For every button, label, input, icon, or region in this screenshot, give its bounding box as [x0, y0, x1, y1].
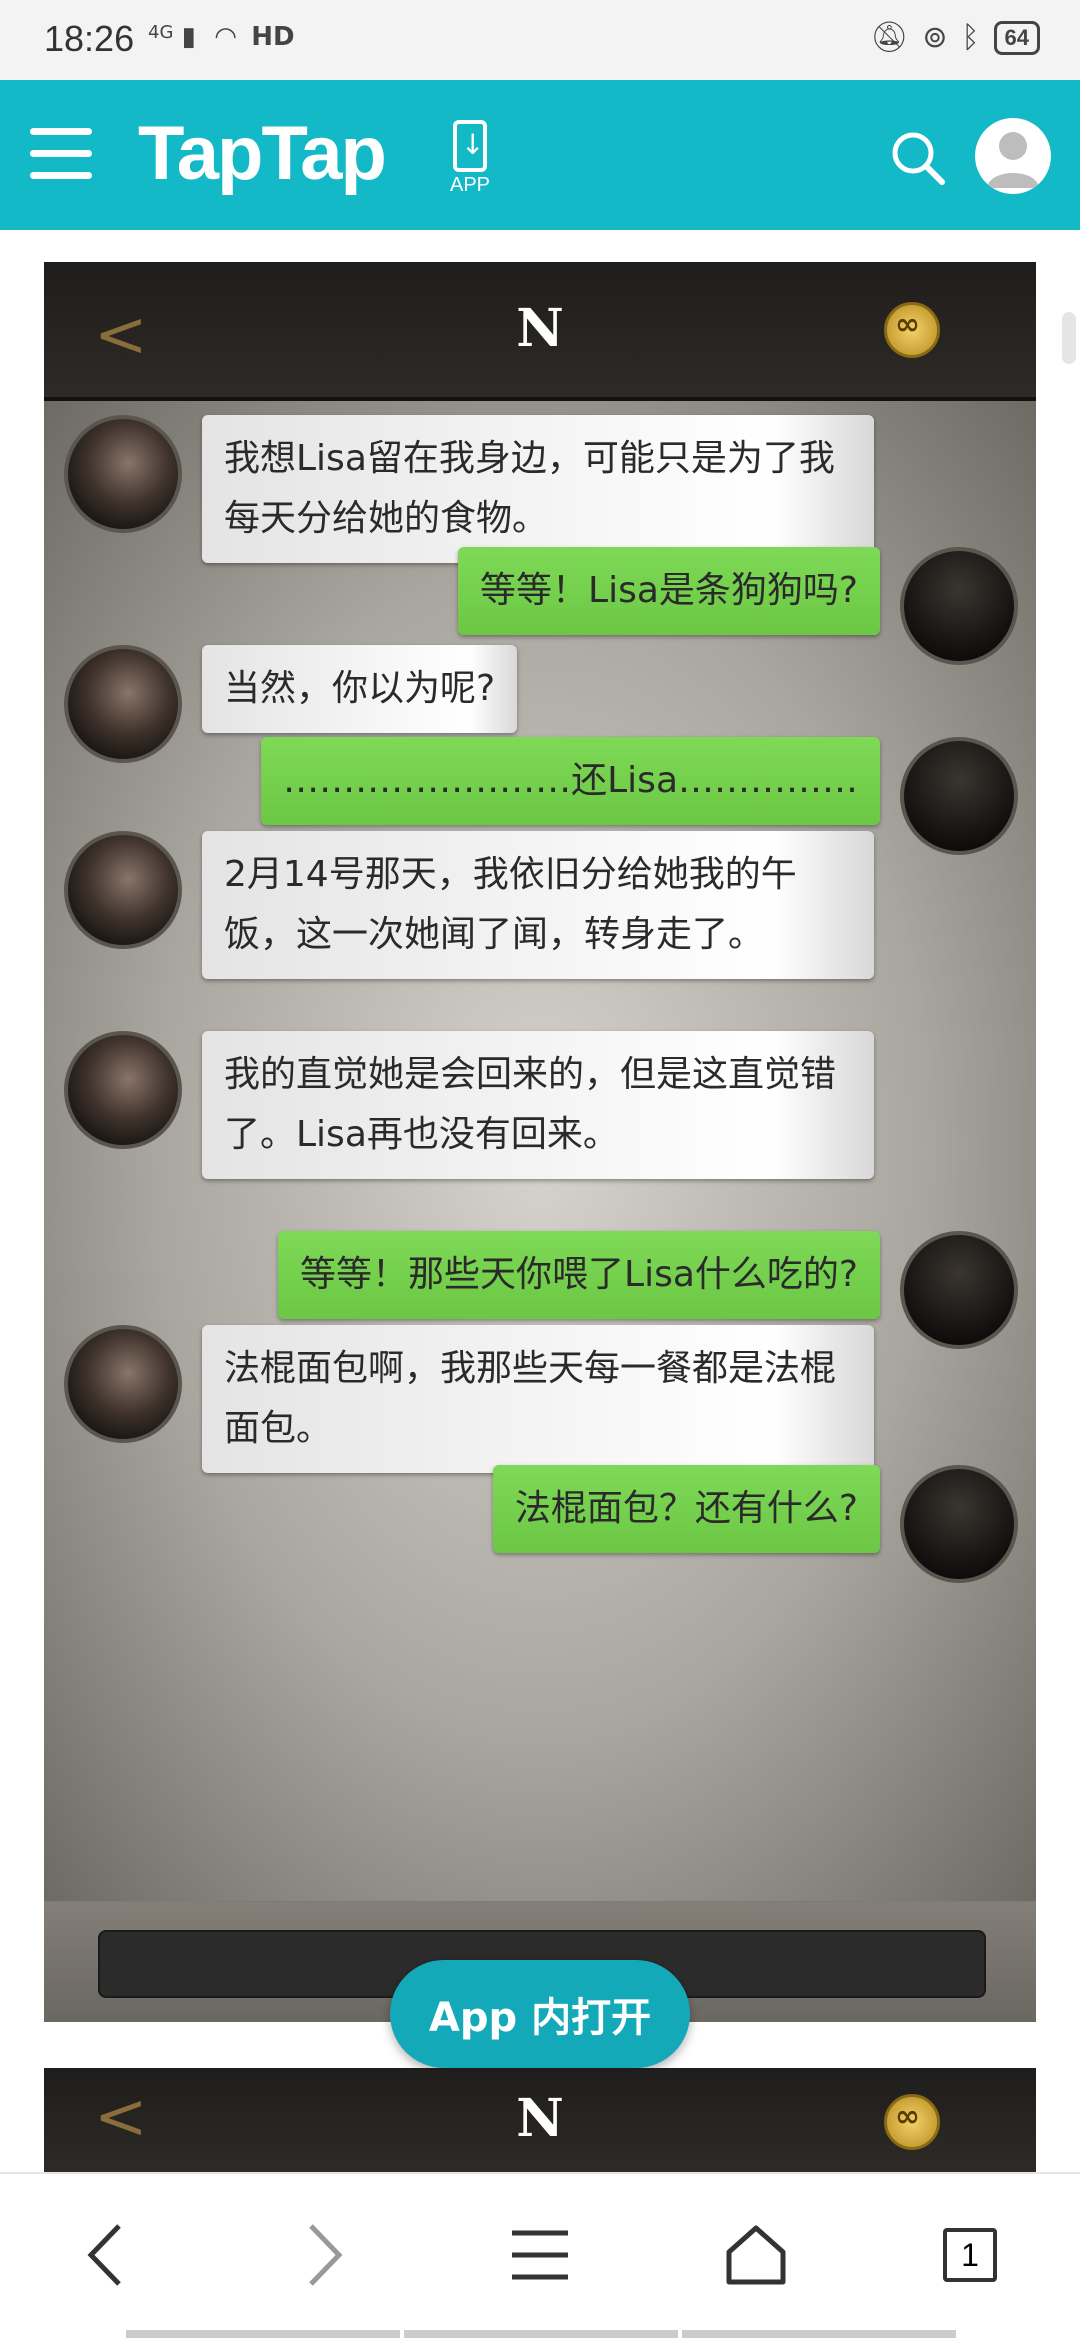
browser-nav-bar: 1: [0, 2172, 1080, 2342]
status-time: 18:26: [44, 18, 135, 59]
player-avatar: [900, 547, 1018, 665]
mute-bell-icon: 🔕︎: [870, 20, 909, 55]
phone-download-icon: [453, 120, 487, 172]
menu-icon[interactable]: [30, 128, 92, 182]
battery-icon: 64: [993, 20, 1040, 55]
chat-message: 我想Lisa留在我身边，可能只是为了我每天分给她的食物。: [64, 415, 874, 563]
hd-icon: HD: [251, 22, 295, 52]
chat-bubble: 2月14号那天，我依旧分给她我的午饭，这一次她闻了闻，转身走了。: [202, 831, 874, 979]
chat-bubble: 等等！那些天你喂了Lisa什么吃的?: [278, 1231, 880, 1319]
chat-message: 法棍面包啊，我那些天每一餐都是法棍面包。: [64, 1325, 874, 1473]
chat-bubble: 我的直觉她是会回来的，但是这直觉错了。Lisa再也没有回来。: [202, 1031, 874, 1179]
coin-icon: [884, 2094, 940, 2150]
back-icon[interactable]: [56, 2210, 156, 2300]
chat-message: 法棍面包？还有什么?: [492, 1465, 1018, 1583]
game-screenshot-2[interactable]: < N: [44, 2068, 1036, 2172]
wifi-icon: ◠: [214, 22, 237, 52]
player-avatar: [900, 737, 1018, 855]
chat-message: 我的直觉她是会回来的，但是这直觉错了。Lisa再也没有回来。: [64, 1031, 874, 1179]
npc-avatar: [64, 415, 182, 533]
open-in-app-button[interactable]: App 内打开: [390, 1960, 690, 2068]
chat-bubble: 我想Lisa留在我身边，可能只是为了我每天分给她的食物。: [202, 415, 874, 563]
game-topbar: < N: [44, 262, 1036, 401]
npc-avatar: [64, 1325, 182, 1443]
chat-bubble: 当然，你以为呢?: [202, 645, 518, 733]
player-avatar: [900, 1231, 1018, 1349]
search-icon[interactable]: [888, 128, 948, 188]
tabs-icon[interactable]: 1: [920, 2210, 1020, 2300]
menu-list-icon[interactable]: [490, 2210, 590, 2300]
lock-rotation-icon: ⊚: [922, 20, 948, 55]
status-bar: 18:26 4G ▮ ◠ HD 🔕︎ ⊚ ᛒ 64: [0, 0, 1080, 80]
chat-bubble: ……………………还Lisa……………: [261, 737, 880, 825]
coin-icon: [884, 302, 940, 358]
chat-bubble: 法棍面包啊，我那些天每一餐都是法棍面包。: [202, 1325, 874, 1473]
gesture-bar: [126, 2330, 956, 2338]
chat-area: 我想Lisa留在我身边，可能只是为了我每天分给她的食物。 等等！Lisa是条狗狗…: [44, 401, 1036, 1901]
user-avatar-icon[interactable]: [975, 118, 1051, 194]
tabs-count: 1: [943, 2228, 997, 2282]
bluetooth-icon: ᛒ: [961, 20, 980, 55]
chat-bubble: 等等！Lisa是条狗狗吗?: [458, 547, 880, 635]
app-download-button[interactable]: APP: [445, 120, 495, 197]
game-screenshot[interactable]: < N 我想Lisa留在我身边，可能只是为了我每天分给她的食物。 等等！Lisa…: [44, 262, 1036, 2022]
chat-message: 2月14号那天，我依旧分给她我的午饭，这一次她闻了闻，转身走了。: [64, 831, 874, 979]
chat-message: 等等！Lisa是条狗狗吗?: [458, 547, 1018, 665]
brand-logo[interactable]: TapTap: [138, 110, 387, 197]
scroll-indicator: [1062, 312, 1076, 364]
player-avatar: [900, 1465, 1018, 1583]
system-icons: 🔕︎ ⊚ ᛒ 64: [870, 20, 1040, 55]
npc-avatar: [64, 1031, 182, 1149]
app-header: TapTap APP: [0, 80, 1080, 230]
signal-4g-icon: 4G: [148, 22, 174, 43]
npc-avatar: [64, 645, 182, 763]
app-download-label: APP: [449, 174, 491, 196]
home-icon[interactable]: [706, 2210, 806, 2300]
network-icons: 4G ▮ ◠ HD: [148, 22, 295, 52]
chat-bubble: 法棍面包？还有什么?: [492, 1465, 880, 1553]
npc-avatar: [64, 831, 182, 949]
forward-icon[interactable]: [274, 2210, 374, 2300]
signal-bars-icon: ▮: [181, 22, 196, 52]
